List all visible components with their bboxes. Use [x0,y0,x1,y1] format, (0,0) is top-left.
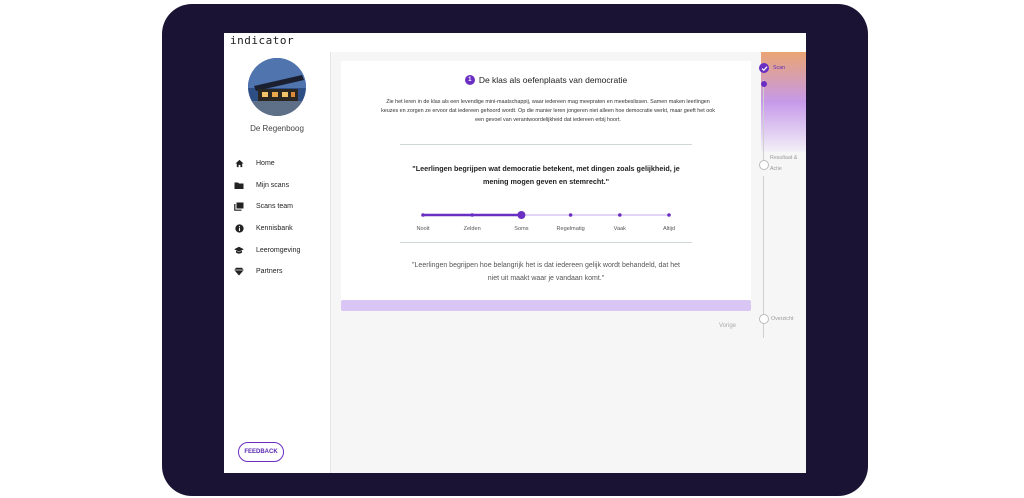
school-icon [224,246,254,255]
step-circle-overview [759,314,769,324]
slider-tick[interactable] [568,213,573,217]
slider-thumb[interactable] [517,211,526,219]
sidebar-item-label: Home [256,160,275,168]
step-label-result[interactable]: Resultaat & [770,155,806,161]
feedback-button[interactable]: FEEDBACK [238,442,284,462]
step-label-scan[interactable]: Scan [773,65,785,71]
school-avatar [248,58,306,116]
sidebar-nav: Home Mijn scans Scans team Kennisbank Le… [224,153,330,283]
library-icon [224,202,254,212]
sidebar-item-partners[interactable]: Partners [224,261,330,283]
step-circle-result [759,160,769,170]
slider-tick[interactable] [421,213,425,217]
sidebar-item-mijn-scans[interactable]: Mijn scans [224,175,330,197]
question-card: 1 De klas als oefenplaats van democratie… [341,61,751,301]
folder-icon [224,181,254,190]
scale-option-label[interactable]: Vaak [614,226,627,232]
divider-top [400,144,692,145]
scale-option-label[interactable]: Altijd [663,226,675,232]
sidebar-item-leeromgeving[interactable]: Leeromgeving [224,239,330,261]
step-done-icon [759,63,769,73]
diamond-icon [224,267,254,276]
sidebar-item-label: Partners [256,268,283,276]
school-name: De Regenboog [250,124,304,133]
scale-option-label[interactable]: Zelden [464,226,481,232]
school-photo [248,58,306,116]
step-number-badge: 1 [464,75,475,85]
divider-bottom [400,242,692,243]
sidebar-item-scans-team[interactable]: Scans team [224,196,330,218]
app-screen: indicator De Regenboog Home Mijn scans S… [224,33,806,473]
scale-option-label[interactable]: Soms [514,226,529,232]
scale-option-label[interactable]: Regelmatig [556,226,584,232]
step-label-result-cont: Actie [770,166,782,172]
sidebar-item-label: Mijn scans [256,181,290,189]
slider-tick[interactable] [470,213,474,217]
previous-button[interactable]: Vorige [719,323,736,329]
frequency-slider[interactable]: Nooit Zelden Soms Regelmatig Vaak Altijd [411,209,681,233]
sidebar-item-label: Kennisbank [256,225,293,233]
slider-tick[interactable] [618,213,622,217]
scale-option-label[interactable]: Nooit [416,226,430,232]
intro-text: Zie het leren in de klas als een levendi… [381,99,715,123]
sidebar-item-label: Leeromgeving [256,246,301,254]
sidebar-item-label: Scans team [256,203,293,211]
top-bar: indicator [224,33,806,52]
sidebar: De Regenboog Home Mijn scans Scans team [224,52,331,473]
example-quote: "Leerlingen begrijpen hoe belangrijk het… [412,262,680,282]
sidebar-item-home[interactable]: Home [224,153,330,175]
card-title: 1 De klas als oefenplaats van democratie [341,75,751,85]
progress-bar [341,300,751,311]
app-logo: indicator [230,34,295,47]
home-icon [224,159,254,168]
card-title-text: De klas als oefenplaats van democratie [478,75,628,85]
step-indicator: Scan Resultaat & Actie Overzicht [751,52,806,473]
statement-text: "Leerlingen begrijpen wat democratie bet… [412,164,680,186]
sidebar-item-kennisbank[interactable]: Kennisbank [224,218,330,240]
step-label-overview[interactable]: Overzicht [771,316,793,322]
step-current-dot [761,81,767,87]
step-line-upper [763,80,764,160]
slider-tick[interactable] [667,213,671,217]
info-icon [224,224,254,233]
